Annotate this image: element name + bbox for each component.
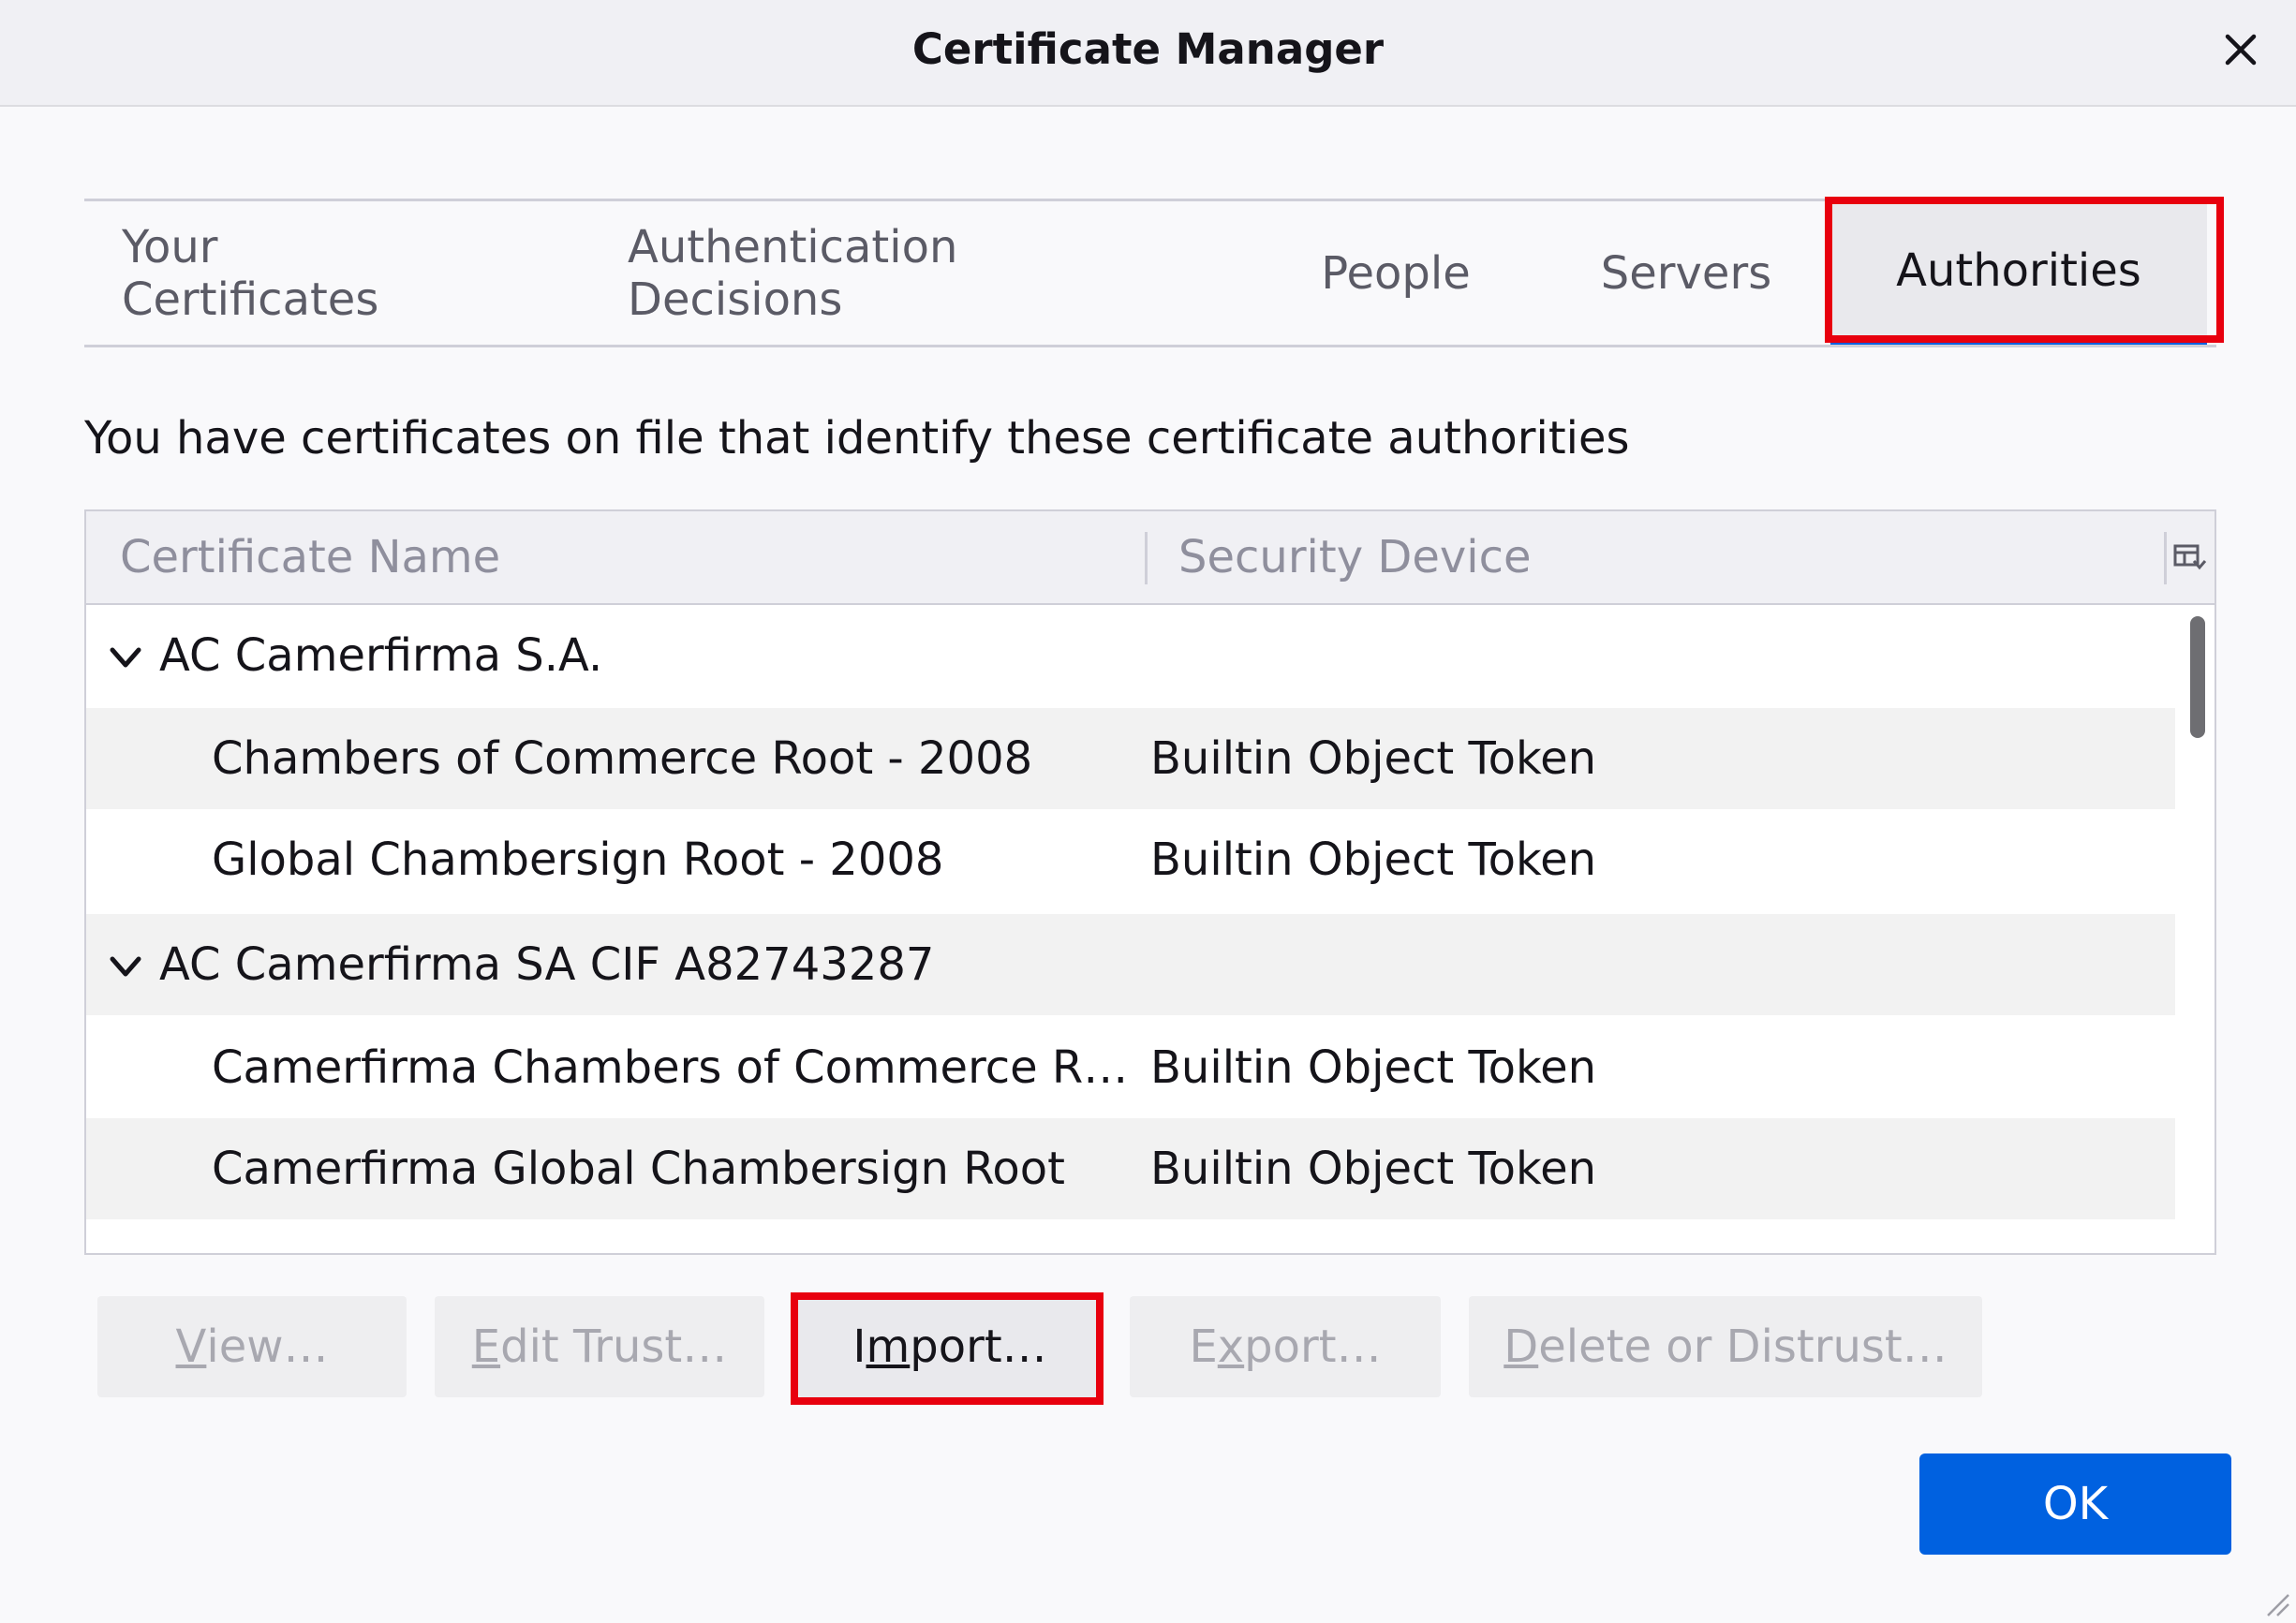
button-label-part: I: [852, 1321, 867, 1373]
export-button[interactable]: Ex port…: [1130, 1296, 1441, 1397]
certificate-name: Chambers of Commerce Root - 2008: [212, 732, 1033, 785]
table-row[interactable]: Global Chambersign Root - 2008 Builtin O…: [86, 809, 2175, 910]
ok-button[interactable]: OK: [1919, 1453, 2231, 1555]
tab-label: Authorities: [1896, 243, 2141, 297]
access-key: D: [1504, 1321, 1539, 1373]
access-key: m: [866, 1321, 911, 1373]
tab-people[interactable]: People: [1302, 201, 1489, 345]
title-bar: Certificate Manager: [0, 0, 2296, 107]
table-row[interactable]: Chambers of Commerce Root - 2008 Builtin…: [86, 708, 2175, 809]
tab-authentication-decisions[interactable]: Authentication Decisions: [628, 201, 1141, 345]
tab-label: Authentication Decisions: [628, 220, 958, 326]
security-device: Builtin Object Token: [1150, 834, 1597, 886]
column-splitter[interactable]: [1145, 532, 1148, 584]
column-header-certificate-name[interactable]: Certificate Name: [120, 511, 500, 603]
window-title: Certificate Manager: [911, 24, 1385, 74]
column-header-security-device[interactable]: Security Device: [1178, 511, 1532, 603]
tree-group-row[interactable]: AC Camerfirma S.A.: [86, 605, 2175, 706]
access-key: x: [1217, 1321, 1245, 1373]
tab-label: Your Certificates: [122, 220, 379, 326]
certificate-name: Global Chambersign Root - 2008: [212, 834, 944, 886]
column-picker-button[interactable]: [2166, 511, 2215, 603]
tab-label: People: [1321, 246, 1471, 300]
button-label-part: port…: [910, 1321, 1047, 1373]
access-key: V: [175, 1321, 207, 1373]
security-device: Builtin Object Token: [1150, 732, 1597, 785]
tab-label: Servers: [1600, 246, 1772, 300]
group-name: AC Camerfirma S.A.: [159, 629, 603, 682]
button-label-part: E: [1189, 1321, 1218, 1373]
table-row[interactable]: Camerfirma Chambers of Commerce R… Built…: [86, 1017, 2175, 1118]
tree-header: Certificate Name Security Device: [86, 511, 2215, 605]
resize-grip-icon[interactable]: [2262, 1589, 2290, 1617]
button-label-part: elete or Distrust…: [1538, 1321, 1948, 1373]
tab-strip: Your Certificates Authentication Decisio…: [84, 199, 2216, 347]
button-label-part: iew…: [206, 1321, 329, 1373]
column-label: Certificate Name: [120, 531, 501, 583]
close-icon: [2225, 34, 2257, 66]
chevron-down-icon[interactable]: [107, 639, 144, 676]
column-label: Security Device: [1178, 531, 1532, 583]
security-device: Builtin Object Token: [1150, 1143, 1597, 1195]
access-key: E: [471, 1321, 501, 1373]
column-picker-icon: [2173, 544, 2207, 570]
view-button[interactable]: View…: [97, 1296, 407, 1397]
button-label-part: port…: [1244, 1321, 1382, 1373]
scrollbar-thumb[interactable]: [2190, 616, 2205, 738]
delete-or-distrust-button[interactable]: Delete or Distrust…: [1469, 1296, 1982, 1397]
tab-authorities[interactable]: Authorities: [1830, 201, 2207, 345]
chevron-down-icon[interactable]: [107, 948, 144, 985]
group-name: AC Camerfirma SA CIF A82743287: [159, 938, 935, 991]
description-text: You have certificates on file that ident…: [84, 412, 1630, 465]
import-button[interactable]: Im port…: [798, 1296, 1102, 1397]
tab-your-certificates[interactable]: Your Certificates: [122, 201, 382, 345]
edit-trust-button[interactable]: Edit Trust…: [435, 1296, 764, 1397]
tab-servers[interactable]: Servers: [1583, 201, 1789, 345]
security-device: Builtin Object Token: [1150, 1041, 1597, 1094]
button-label-part: dit Trust…: [500, 1321, 728, 1373]
certificate-name: Camerfirma Global Chambersign Root: [212, 1143, 1065, 1195]
ok-label: OK: [2042, 1478, 2109, 1530]
certificate-name: Camerfirma Chambers of Commerce R…: [212, 1041, 1129, 1094]
certificate-tree[interactable]: Certificate Name Security Device AC Came…: [84, 509, 2216, 1255]
table-row[interactable]: Camerfirma Global Chambersign Root Built…: [86, 1118, 2175, 1219]
close-button[interactable]: [2212, 21, 2270, 79]
tree-group-row[interactable]: AC Camerfirma SA CIF A82743287: [86, 914, 2175, 1015]
